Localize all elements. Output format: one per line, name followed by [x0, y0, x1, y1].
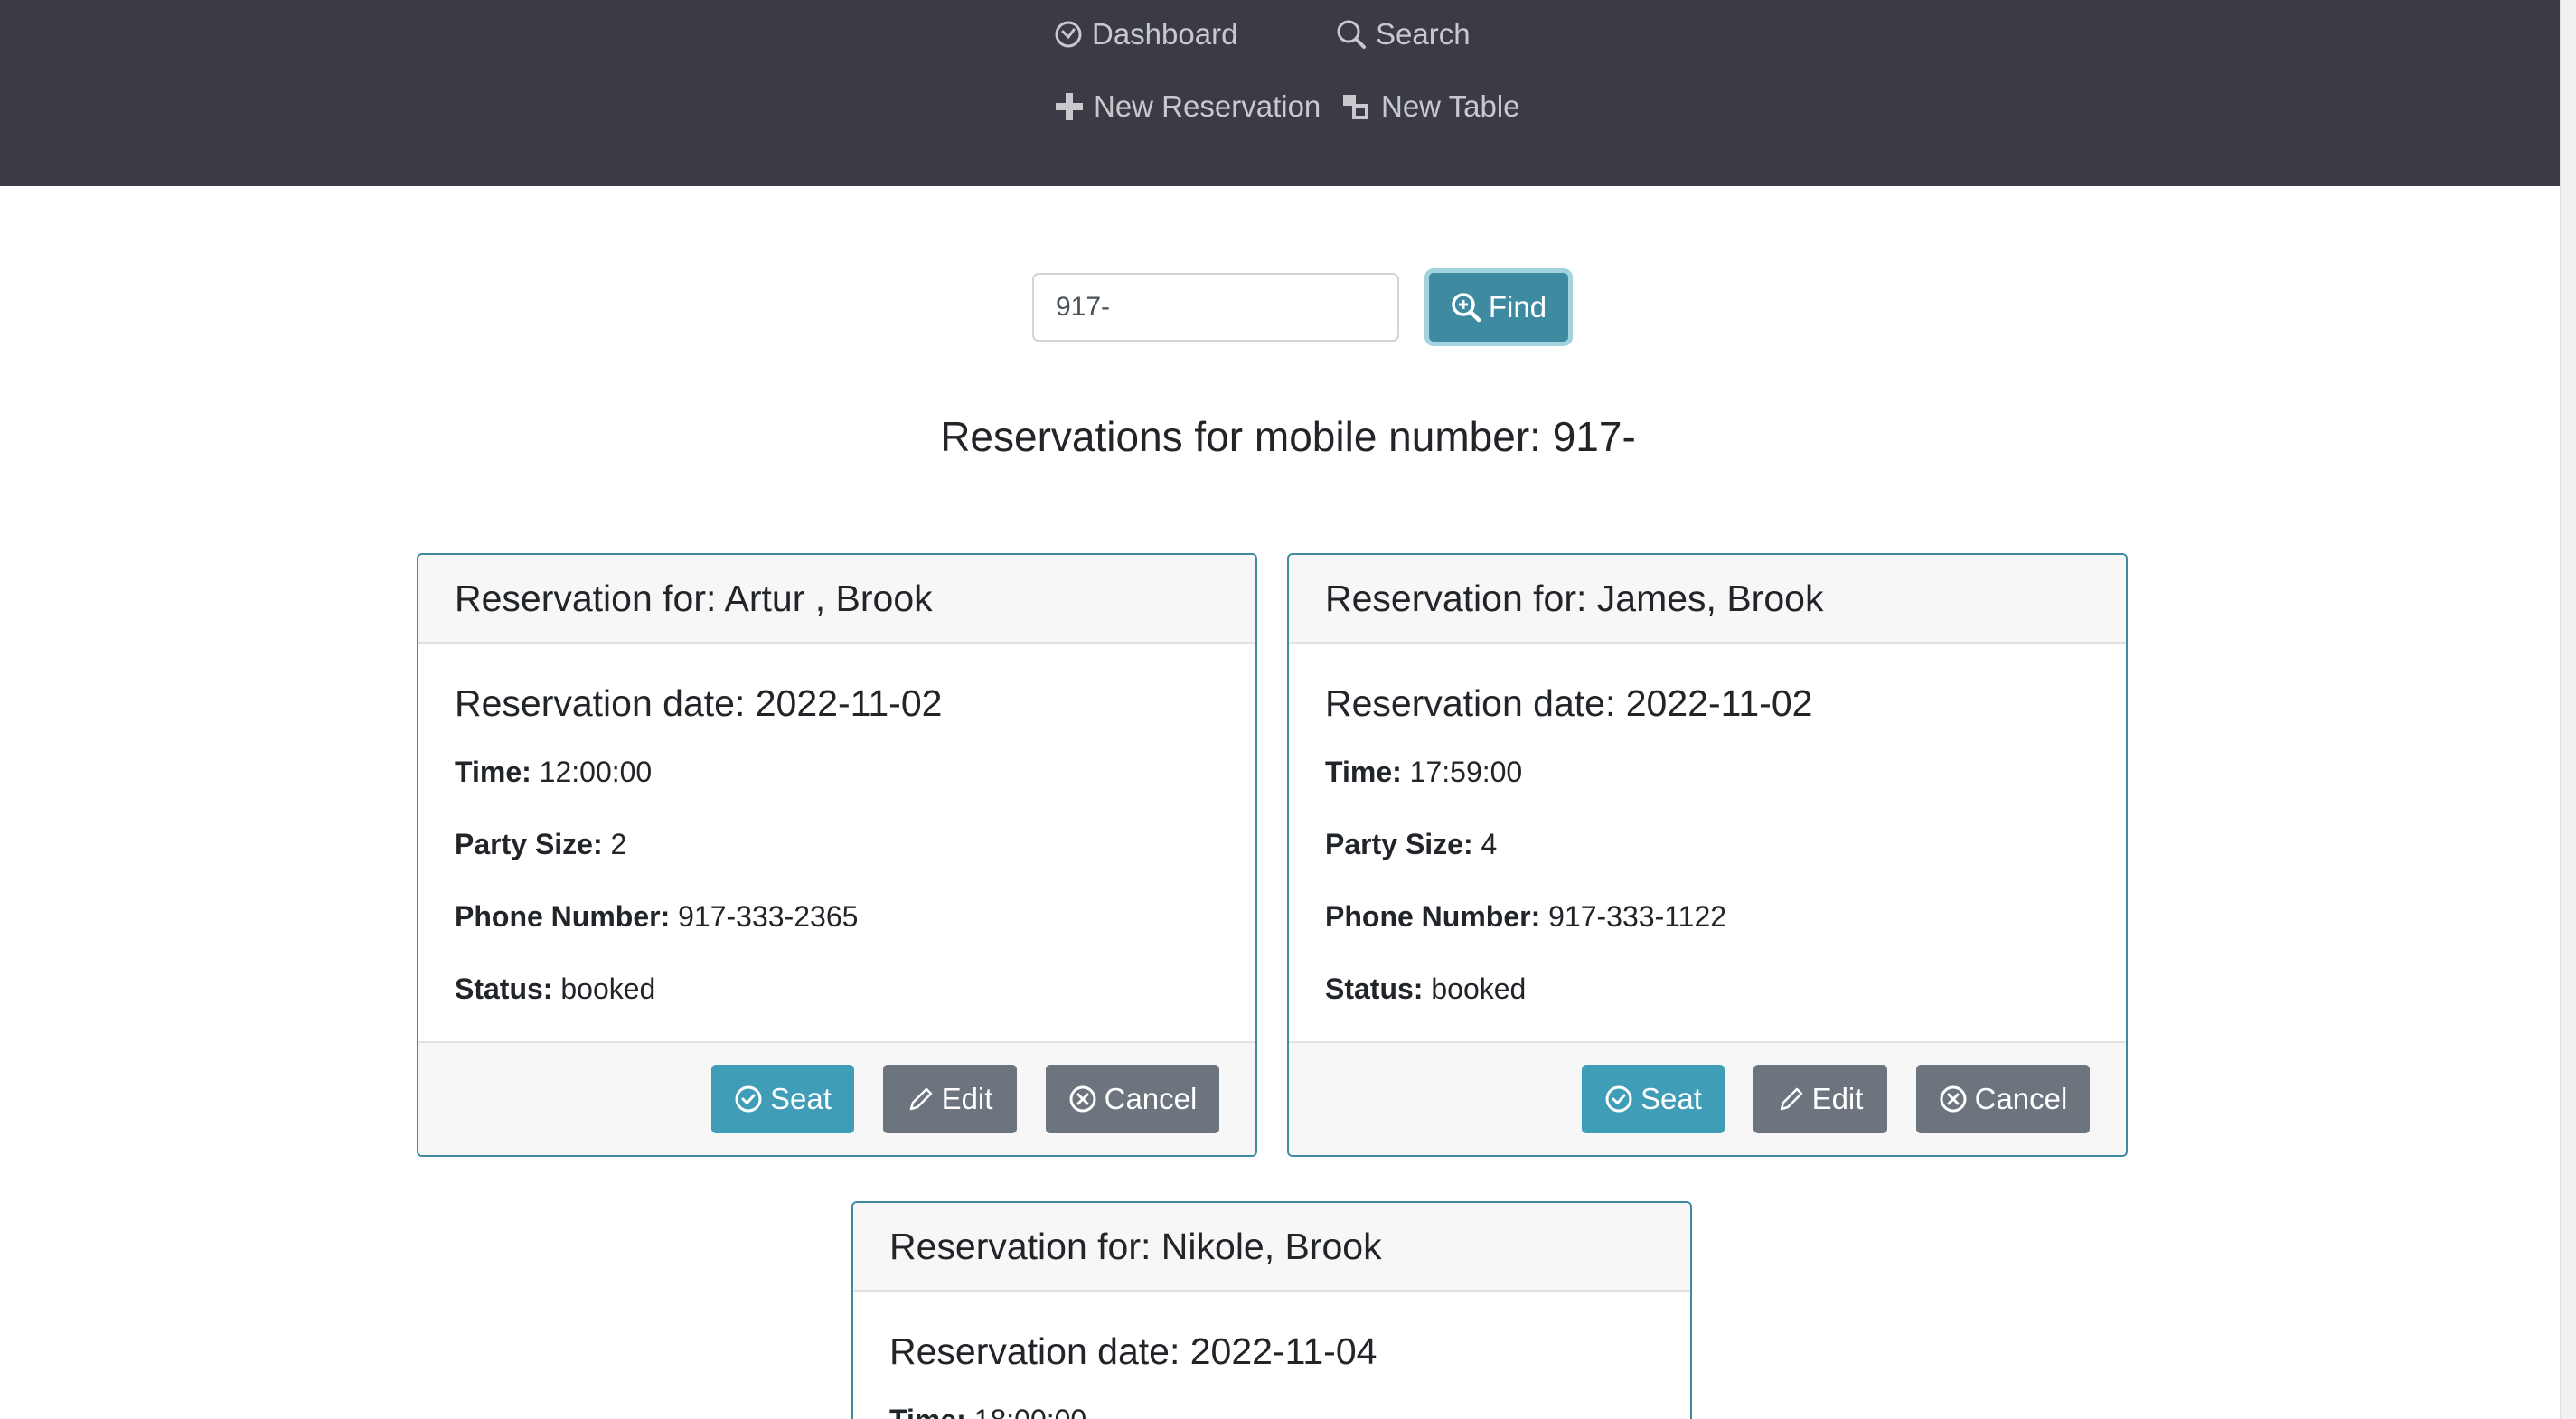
time-value: 17:59:00 [1409, 756, 1523, 788]
cancel-button-label: Cancel [1104, 1082, 1198, 1115]
cancel-button-label: Cancel [1974, 1082, 2068, 1115]
reservation-party-size: Party Size: 4 [1325, 826, 2090, 862]
reservation-time: Time: 12:00:00 [455, 754, 1219, 790]
plus-icon [1056, 93, 1083, 120]
cancel-button[interactable]: Cancel [1916, 1065, 2090, 1133]
status-label: Status: [1325, 973, 1424, 1005]
reservation-card-footer: Seat Edit Cancel [1289, 1041, 2126, 1155]
table-icon [1343, 95, 1368, 119]
mobile-number-search-input[interactable] [1032, 273, 1399, 342]
seat-button[interactable]: Seat [711, 1065, 854, 1133]
reservation-date: Reservation date: 2022-11-02 [455, 682, 943, 724]
reservation-card-footer: Seat Edit Cancel [418, 1041, 1255, 1155]
cancel-button[interactable]: Cancel [1046, 1065, 1219, 1133]
status-value: booked [1431, 973, 1527, 1005]
zoom-in-icon [1452, 293, 1481, 323]
nav-search-link[interactable]: Search [1336, 14, 1471, 54]
party-size-value: 2 [610, 828, 627, 860]
reservation-card-body: Reservation date: 2022-11-02 Time: 12:00… [418, 644, 1255, 1007]
nav-new-table-label: New Table [1381, 89, 1520, 123]
party-size-label: Party Size: [455, 828, 603, 860]
phone-value: 917-333-2365 [678, 900, 859, 933]
reservation-card-header: Reservation for: Nikole, Brook [853, 1203, 1690, 1292]
reservation-date: Reservation date: 2022-11-04 [889, 1330, 1377, 1372]
edit-button[interactable]: Edit [883, 1065, 1017, 1133]
seat-button-label: Seat [1641, 1082, 1702, 1115]
time-label: Time: [455, 756, 531, 788]
nav-dashboard-link[interactable]: Dashboard [1054, 14, 1237, 54]
reservation-card: Reservation for: James, Brook Reservatio… [1287, 553, 2128, 1157]
seat-button-label: Seat [770, 1082, 832, 1115]
reservation-date: Reservation date: 2022-11-02 [1325, 682, 1813, 724]
reservation-card-body: Reservation date: 2022-11-02 Time: 17:59… [1289, 644, 2126, 1007]
pencil-icon [1780, 1087, 1802, 1111]
phone-label: Phone Number: [455, 900, 671, 933]
reservation-phone: Phone Number: 917-333-1122 [1325, 898, 2090, 935]
edit-button-label: Edit [941, 1082, 993, 1115]
reservation-card: Reservation for: Artur , Brook Reservati… [417, 553, 1257, 1157]
reservation-phone: Phone Number: 917-333-2365 [455, 898, 1219, 935]
check-circle-icon [735, 1085, 762, 1113]
reservation-card-body: Reservation date: 2022-11-04 Time: 18:00… [853, 1292, 1690, 1419]
nav-dashboard-label: Dashboard [1092, 17, 1238, 51]
nav-new-reservation-label: New Reservation [1094, 89, 1321, 123]
edit-button-label: Edit [1811, 1082, 1864, 1115]
reservation-time: Time: 18:00:00 [889, 1402, 1654, 1419]
party-size-label: Party Size: [1325, 828, 1473, 860]
x-circle-icon [1069, 1085, 1096, 1113]
reservation-status: Status: booked [455, 971, 1219, 1007]
time-value: 18:00:00 [974, 1404, 1087, 1419]
x-circle-icon [1940, 1085, 1967, 1113]
status-value: booked [560, 973, 656, 1005]
reservation-time: Time: 17:59:00 [1325, 754, 2090, 790]
phone-label: Phone Number: [1325, 900, 1541, 933]
reservation-status: Status: booked [1325, 971, 2090, 1007]
edit-button[interactable]: Edit [1753, 1065, 1887, 1133]
find-button-label: Find [1488, 290, 1547, 324]
phone-value: 917-333-1122 [1548, 900, 1727, 933]
time-label: Time: [889, 1404, 966, 1419]
party-size-value: 4 [1481, 828, 1498, 860]
page-scrollbar[interactable] [2560, 0, 2576, 1419]
nav-search-label: Search [1376, 17, 1471, 51]
time-value: 12:00:00 [539, 756, 653, 788]
reservation-card-header: Reservation for: James, Brook [1289, 555, 2126, 644]
dashboard-icon [1055, 21, 1082, 48]
nav-new-table-link[interactable]: New Table [1341, 87, 1519, 127]
status-label: Status: [455, 973, 553, 1005]
results-heading: Reservations for mobile number: 917- [940, 413, 1636, 460]
time-label: Time: [1325, 756, 1402, 788]
page: Dashboard Search New Reservation New Tab… [0, 0, 2576, 1419]
top-navbar: Dashboard Search New Reservation New Tab… [0, 0, 2576, 186]
pencil-icon [909, 1087, 932, 1111]
reservation-card-header: Reservation for: Artur , Brook [418, 555, 1255, 644]
reservation-card: Reservation for: Nikole, Brook Reservati… [851, 1201, 1692, 1419]
nav-new-reservation-link[interactable]: New Reservation [1054, 87, 1321, 127]
search-icon [1337, 20, 1366, 49]
seat-button[interactable]: Seat [1582, 1065, 1725, 1133]
find-button[interactable]: Find [1424, 268, 1573, 346]
reservation-party-size: Party Size: 2 [455, 826, 1219, 862]
check-circle-icon [1605, 1085, 1632, 1113]
